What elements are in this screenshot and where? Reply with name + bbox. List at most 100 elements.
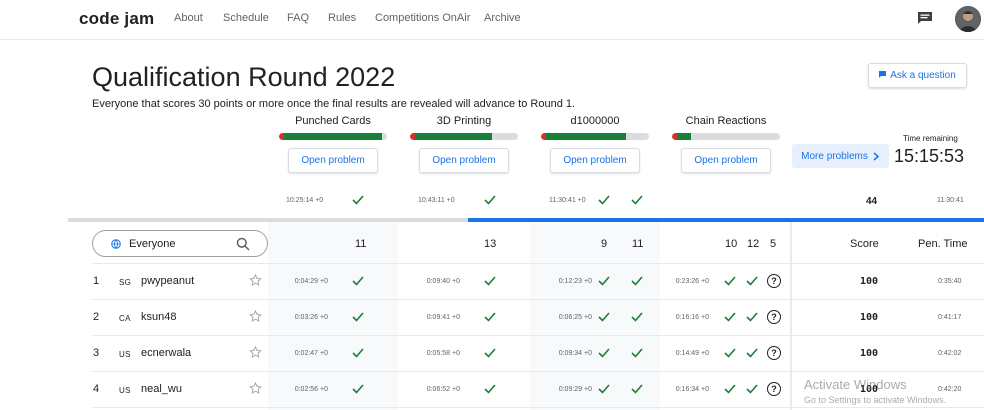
row-divider [92,407,984,408]
solve-time: 0:09:40 +0 [426,278,460,285]
search-icon[interactable] [236,237,250,251]
nav-archive[interactable]: Archive [484,12,521,24]
own-time-2: 10:43:11 +0 [418,197,455,204]
row-divider [92,371,984,372]
check-icon [598,348,610,358]
globe-icon [111,239,121,249]
check-icon [484,312,496,322]
time-remaining-label: Time remaining [903,134,958,143]
solve-time: 0:09:29 +0 [558,386,592,393]
check-icon [631,312,643,322]
page-title: Qualification Round 2022 [92,62,396,92]
page-subtitle: Everyone that scores 30 points or more o… [92,98,576,110]
check-icon [724,348,736,358]
open-problem-button[interactable]: Open problem [288,148,378,173]
solve-time: 0:16:16 +0 [675,314,709,321]
score-divider [790,222,792,410]
row-score: 100 [860,276,879,287]
country-code: US [119,386,131,395]
nav-about[interactable]: About [174,12,203,24]
country-code: SG [119,278,132,287]
solve-time: 0:14:49 +0 [675,350,709,357]
star-icon[interactable] [249,346,262,359]
row-divider [92,299,984,300]
check-icon [352,384,364,394]
activate-windows-hint[interactable]: Go to Settings to activate Windows. [804,395,946,405]
check-icon [598,276,610,286]
penalty-header[interactable]: Pen. Time [918,238,968,250]
check-icon [724,384,736,394]
check-icon [484,195,496,205]
star-icon[interactable] [249,274,262,287]
chevron-right-icon [873,151,879,161]
points-header: 9 [601,238,608,250]
solve-time: 0:06:52 +0 [426,386,460,393]
points-header: 11 [355,238,367,250]
problem-name-punched-cards: Punched Cards [295,115,371,127]
rank: 1 [93,275,100,287]
check-icon [631,276,643,286]
hidden-verdict-icon: ? [767,274,781,288]
country-code: US [119,350,131,359]
top-nav: code jam About Schedule FAQ Rules Compet… [0,0,984,40]
check-icon [352,348,364,358]
solve-time: 0:06:25 +0 [558,314,592,321]
check-icon [631,348,643,358]
open-problem-button[interactable]: Open problem [419,148,509,173]
problem-progress-bar [672,133,780,140]
check-icon [598,384,610,394]
chat-icon[interactable] [917,11,933,25]
username[interactable]: ksun48 [141,311,176,323]
check-icon [598,195,610,205]
check-icon [598,312,610,322]
row-penalty: 0:42:20 [938,386,962,393]
points-header: 5 [770,238,777,250]
solve-time: 0:03:26 +0 [294,314,328,321]
nav-schedule[interactable]: Schedule [223,12,269,24]
check-icon [484,384,496,394]
row-penalty: 0:42:02 [938,350,962,357]
problem-name-d1000000: d1000000 [570,115,620,127]
rank: 4 [93,383,100,395]
username[interactable]: pwypeanut [141,275,194,287]
points-header: 10 [725,238,738,250]
nav-competitions-onair[interactable]: Competitions OnAir [375,12,470,24]
row-divider [92,335,984,336]
ask-question-button[interactable]: Ask a question [868,63,967,88]
score-header[interactable]: Score [850,238,879,250]
logo[interactable]: code jam [79,9,154,29]
solve-time: 0:16:34 +0 [675,386,709,393]
solve-time: 0:09:34 +0 [558,350,592,357]
hidden-verdict-icon: ? [767,310,781,324]
solve-time: 0:02:56 +0 [294,386,328,393]
star-icon[interactable] [249,382,262,395]
problem-progress-bar [410,133,518,140]
check-icon [352,276,364,286]
check-icon [631,195,643,205]
search-input[interactable]: Everyone [92,230,268,257]
nav-faq[interactable]: FAQ [287,12,309,24]
hidden-verdict-icon: ? [767,346,781,360]
points-header: 11 [632,238,644,250]
country-code: CA [119,314,131,323]
own-penalty: 11:30:41 [937,197,964,204]
search-scope-text: Everyone [129,238,176,250]
problem-progress-bar [541,133,649,140]
solve-time: 0:12:23 +0 [558,278,592,285]
more-problems-button[interactable]: More problems [792,144,889,168]
rank: 3 [93,347,100,359]
check-icon [746,348,758,358]
open-problem-button[interactable]: Open problem [681,148,771,173]
check-icon [746,276,758,286]
own-time-1: 10:25:14 +0 [286,197,324,204]
avatar[interactable] [955,6,981,32]
nav-rules[interactable]: Rules [328,12,356,24]
username[interactable]: ecnerwala [141,347,191,359]
solve-time: 0:05:58 +0 [426,350,460,357]
ask-question-label: Ask a question [890,70,956,81]
check-icon [631,384,643,394]
row-score: 100 [860,312,879,323]
username[interactable]: neal_wu [141,383,182,395]
star-icon[interactable] [249,310,262,323]
open-problem-button[interactable]: Open problem [550,148,640,173]
